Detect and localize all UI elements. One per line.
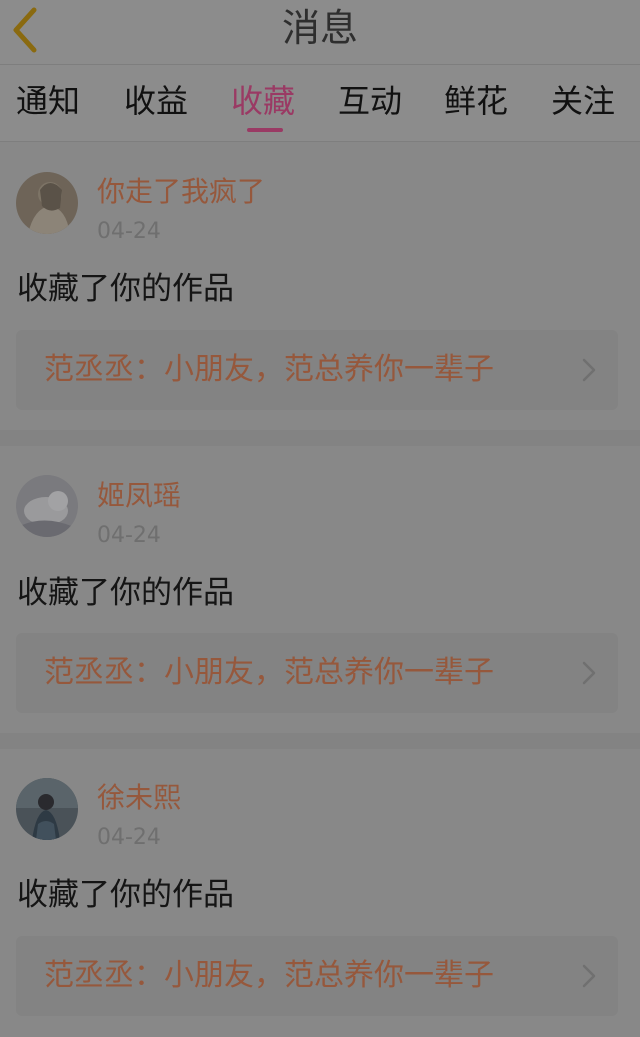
divider [0, 733, 640, 749]
message-card: 你走了我疯了 04-24 收藏了你的作品 范丞丞：小朋友，范总养你一辈子 [0, 142, 640, 430]
username[interactable]: 徐未熙 [97, 781, 181, 815]
nav-bar: 消息 [0, 0, 640, 65]
action-text: 收藏了你的作品 [17, 271, 234, 307]
active-tab-indicator [247, 128, 283, 132]
action-text: 收藏了你的作品 [17, 575, 234, 611]
tab-notifications[interactable]: 通知 [16, 81, 80, 121]
chevron-right-icon [582, 358, 596, 382]
avatar[interactable] [16, 475, 78, 537]
message-date: 04-24 [97, 523, 161, 548]
avatar[interactable] [16, 778, 78, 840]
tab-earnings[interactable]: 收益 [124, 81, 188, 121]
work-link[interactable]: 范丞丞：小朋友，范总养你一辈子 [16, 330, 618, 410]
tab-interactions[interactable]: 互动 [338, 81, 402, 121]
message-card: 徐未熙 04-24 收藏了你的作品 范丞丞：小朋友，范总养你一辈子 [0, 749, 640, 1037]
action-text: 收藏了你的作品 [17, 877, 234, 913]
divider [0, 430, 640, 446]
avatar[interactable] [16, 172, 78, 234]
chevron-right-icon [582, 661, 596, 685]
username[interactable]: 你走了我疯了 [97, 175, 265, 209]
tab-favorites[interactable]: 收藏 [231, 81, 295, 121]
message-date: 04-24 [97, 825, 161, 850]
work-link[interactable]: 范丞丞：小朋友，范总养你一辈子 [16, 936, 618, 1016]
work-link[interactable]: 范丞丞：小朋友，范总养你一辈子 [16, 633, 618, 713]
tab-flowers[interactable]: 鲜花 [444, 81, 508, 121]
tab-bar: 通知 收益 收藏 互动 鲜花 关注 [0, 65, 640, 142]
tab-follows[interactable]: 关注 [551, 81, 615, 121]
work-title: 范丞丞：小朋友，范总养你一辈子 [44, 958, 494, 993]
message-date: 04-24 [97, 219, 161, 244]
chevron-right-icon [582, 964, 596, 988]
page-title: 消息 [281, 6, 358, 50]
username[interactable]: 姬凤瑶 [97, 479, 181, 513]
message-card: 姬凤瑶 04-24 收藏了你的作品 范丞丞：小朋友，范总养你一辈子 [0, 446, 640, 734]
work-title: 范丞丞：小朋友，范总养你一辈子 [44, 352, 494, 387]
work-title: 范丞丞：小朋友，范总养你一辈子 [44, 655, 494, 690]
